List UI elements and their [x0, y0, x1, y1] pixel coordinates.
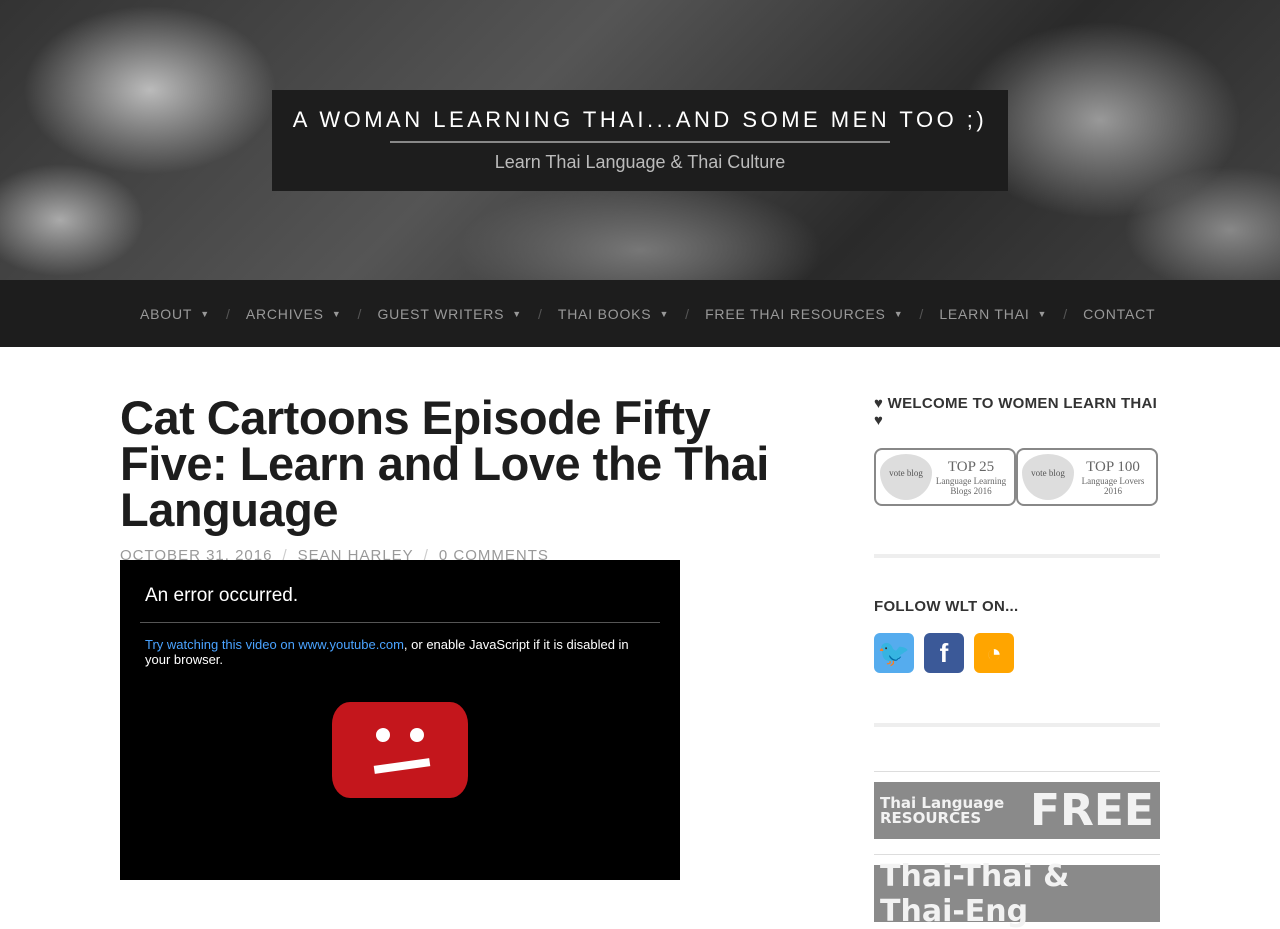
post-title: Cat Cartoons Episode Fifty Five: Learn a…	[120, 391, 769, 536]
title-divider	[390, 141, 890, 143]
nav-separator: /	[1063, 305, 1068, 322]
award-badge[interactable]: vote blog TOP 25 Language Learning Blogs 20…	[874, 448, 1016, 506]
nav-separator: /	[357, 305, 362, 322]
dictionary-banner[interactable]: Thai-Thai & Thai-Eng	[874, 859, 1160, 929]
nav-item-label: FREE THAI RESOURCES	[705, 305, 886, 322]
badge-heading: TOP 25	[947, 458, 995, 475]
sidebar: ♥ WELCOME TO WOMEN LEARN THAI ♥ vote blo…	[874, 395, 1160, 929]
nav-item-label: THAI BOOKS	[557, 305, 652, 322]
widget-title-welcome: ♥ WELCOME TO WOMEN LEARN THAI ♥	[874, 395, 1158, 429]
divider	[874, 771, 1160, 772]
award-badges: vote blog TOP 25 Language Learning Blogs 20…	[874, 448, 1160, 506]
caret-down-icon: ▼	[331, 308, 342, 319]
caret-down-icon: ▼	[893, 308, 904, 319]
badge-sub: Blogs 2016	[950, 485, 992, 496]
badge-sub: 2016	[1104, 485, 1122, 496]
banner-text: FREE	[1029, 785, 1154, 836]
badge-sub: Language Learning	[935, 475, 1007, 486]
video-error-message: Try watching this video on www.youtube.c…	[145, 637, 645, 667]
nav-item-label: GUEST WRITERS	[377, 305, 505, 322]
site-title-link[interactable]: A WOMAN LEARNING THAI...AND SOME MEN TOO…	[272, 90, 1008, 133]
nav-item-archives[interactable]: ARCHIVES ▼	[246, 306, 342, 322]
nav-item-thai-books[interactable]: THAI BOOKS ▼	[558, 306, 669, 322]
nav-separator: /	[685, 305, 690, 322]
badge-heading: TOP 100	[1086, 458, 1140, 475]
post-header: Cat Cartoons Episode Fifty Five: Learn a…	[120, 391, 820, 564]
caret-down-icon: ▼	[1037, 308, 1048, 319]
nav-item-label: LEARN THAI	[939, 305, 1030, 322]
social-links: 🐦 f ◔	[874, 633, 1160, 673]
banner-text: Thai-Thai & Thai-Eng	[880, 858, 1070, 929]
badge-sub: Language Lovers	[1081, 475, 1145, 486]
youtube-link[interactable]: Try watching this video on www.youtube.c…	[145, 637, 404, 652]
site-tagline: Learn Thai Language & Thai Culture	[494, 152, 786, 172]
nav-item-label: ARCHIVES	[245, 305, 324, 322]
youtube-embed[interactable]: An error occurred. Try watching this vid…	[120, 560, 680, 880]
rss-icon[interactable]: ◔	[974, 633, 1014, 673]
nav-item-contact[interactable]: CONTACT	[1083, 306, 1155, 322]
banner-text: RESOURCES	[880, 808, 982, 827]
divider	[874, 854, 1160, 855]
nav-separator: /	[537, 305, 542, 322]
heart-icon: vote blog	[880, 454, 932, 500]
caret-down-icon: ▼	[512, 308, 522, 319]
video-error-title: An error occurred.	[145, 585, 299, 606]
facebook-icon[interactable]: f	[924, 633, 964, 673]
heart-icon: vote blog	[1022, 454, 1074, 500]
nav-item-about[interactable]: ABOUT ▼	[140, 306, 210, 322]
nav-separator: /	[225, 305, 230, 322]
twitter-icon[interactable]: 🐦	[874, 633, 914, 673]
widget-divider	[874, 723, 1160, 727]
caret-down-icon: ▼	[659, 308, 670, 319]
nav-item-guest-writers[interactable]: GUEST WRITERS ▼	[377, 306, 522, 322]
nav-item-label: CONTACT	[1083, 305, 1156, 322]
nav-item-free-thai-resources[interactable]: FREE THAI RESOURCES ▼	[705, 306, 903, 322]
nav-item-learn-thai[interactable]: LEARN THAI ▼	[939, 306, 1047, 322]
widget-divider	[874, 554, 1160, 558]
nav-separator: /	[919, 305, 924, 322]
widget-title-follow: FOLLOW WLT ON...	[874, 598, 1019, 615]
caret-down-icon: ▼	[200, 308, 210, 319]
award-badge[interactable]: vote blog TOP 100 Language Lovers 2016	[1016, 448, 1158, 506]
youtube-sad-face-icon	[332, 702, 468, 798]
free-resources-banner[interactable]: Thai Language RESOURCES FREE	[874, 782, 1160, 839]
nav-item-label: ABOUT	[140, 305, 193, 322]
site-branding: A WOMAN LEARNING THAI...AND SOME MEN TOO…	[272, 90, 1008, 191]
divider	[140, 622, 660, 623]
main-navigation: ABOUT ▼ / ARCHIVES ▼ / GUEST WRITERS ▼ / THAI BOO…	[0, 280, 1280, 347]
